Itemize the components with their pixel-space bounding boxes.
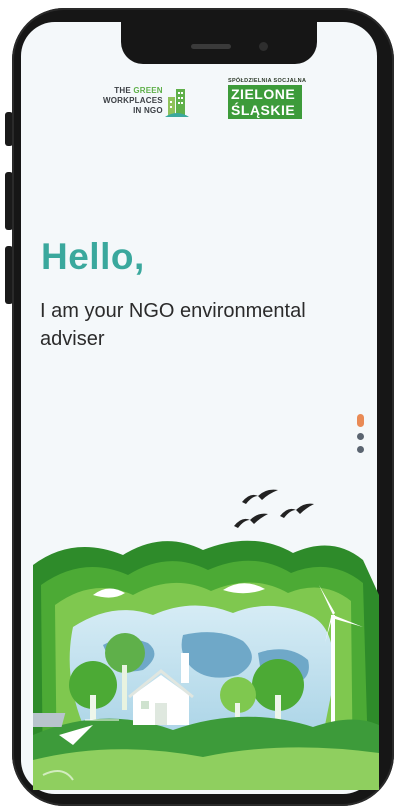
- page-dot-3[interactable]: [357, 446, 364, 453]
- eco-landscape-illustration: [33, 540, 379, 790]
- greeting-title: Hello,: [41, 236, 145, 277]
- zielone-slaskie-logo: SPÓŁDZIELNIA SOCJALNA ZIELONE ŚLĄSKIE: [228, 77, 306, 123]
- page-indicator: [357, 414, 364, 459]
- camera-icon: [259, 42, 268, 51]
- zielone-logo-line1: ZIELONE: [231, 86, 296, 102]
- notch: [121, 18, 317, 64]
- speaker-icon: [191, 44, 231, 49]
- zielone-logo-top: SPÓŁDZIELNIA SOCJALNA: [228, 78, 307, 84]
- zielone-logo-box: ZIELONE ŚLĄSKIE: [228, 85, 302, 119]
- page-dot-1[interactable]: [357, 414, 364, 427]
- logo-line2: WORKPLACES: [103, 96, 163, 105]
- green-workplaces-logo: THE GREEN WORKPLACES IN NGO: [103, 80, 203, 122]
- logo-line1-accent: GREEN: [133, 86, 163, 95]
- logo-line3: IN NGO: [133, 106, 163, 115]
- greeting-subtitle: I am your NGO environmental adviser: [40, 300, 306, 350]
- birds-icon: [234, 489, 314, 528]
- zielone-logo-line2: ŚLĄSKIE: [231, 102, 296, 118]
- building-icon: [164, 89, 189, 117]
- green-workplaces-logo-text: THE GREEN WORKPLACES IN NGO: [103, 86, 163, 116]
- logo-line1: THE: [114, 86, 134, 95]
- page-dot-2[interactable]: [357, 433, 364, 440]
